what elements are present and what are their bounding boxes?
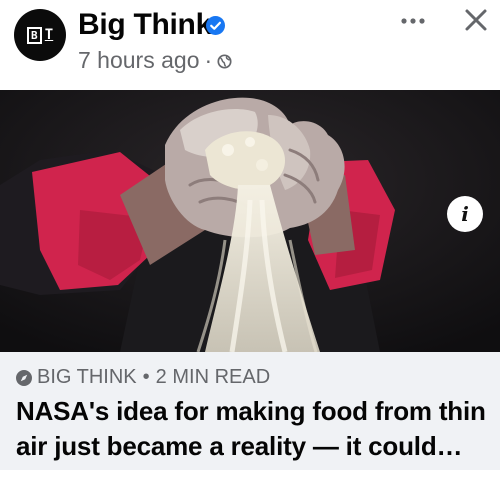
link-source-row: BIG THINK • 2 MIN READ: [16, 366, 270, 389]
big-think-logo: B T: [26, 26, 54, 44]
globe-icon: [217, 54, 232, 69]
close-button[interactable]: [458, 3, 494, 37]
info-button[interactable]: i: [447, 196, 483, 232]
read-time: 2 MIN READ: [155, 366, 271, 388]
page-name[interactable]: Big Think: [78, 8, 212, 42]
post-timestamp[interactable]: 7 hours ago: [78, 47, 199, 74]
source-separator: •: [142, 366, 150, 388]
close-icon: [465, 9, 487, 31]
more-options-button[interactable]: [398, 8, 428, 34]
post-image[interactable]: i: [0, 90, 500, 352]
link-preview[interactable]: BIG THINK • 2 MIN READ NASA's idea for m…: [0, 352, 500, 470]
flour-hands-photo: [0, 90, 500, 352]
post-meta: 7 hours ago ·: [78, 47, 232, 74]
link-source: BIG THINK: [37, 366, 137, 388]
meta-separator: ·: [204, 47, 213, 73]
info-icon: i: [461, 202, 469, 226]
source-compass-icon: [16, 369, 32, 386]
post-header: B T Big Think 7 hours ago ·: [0, 0, 500, 90]
more-icon: [401, 18, 425, 24]
logo-box: B: [26, 26, 42, 44]
verified-badge-icon: [206, 16, 225, 35]
page-avatar[interactable]: B T: [14, 9, 66, 61]
link-headline[interactable]: NASA's idea for making food from thin ai…: [16, 394, 486, 464]
logo-t: T: [44, 27, 54, 43]
